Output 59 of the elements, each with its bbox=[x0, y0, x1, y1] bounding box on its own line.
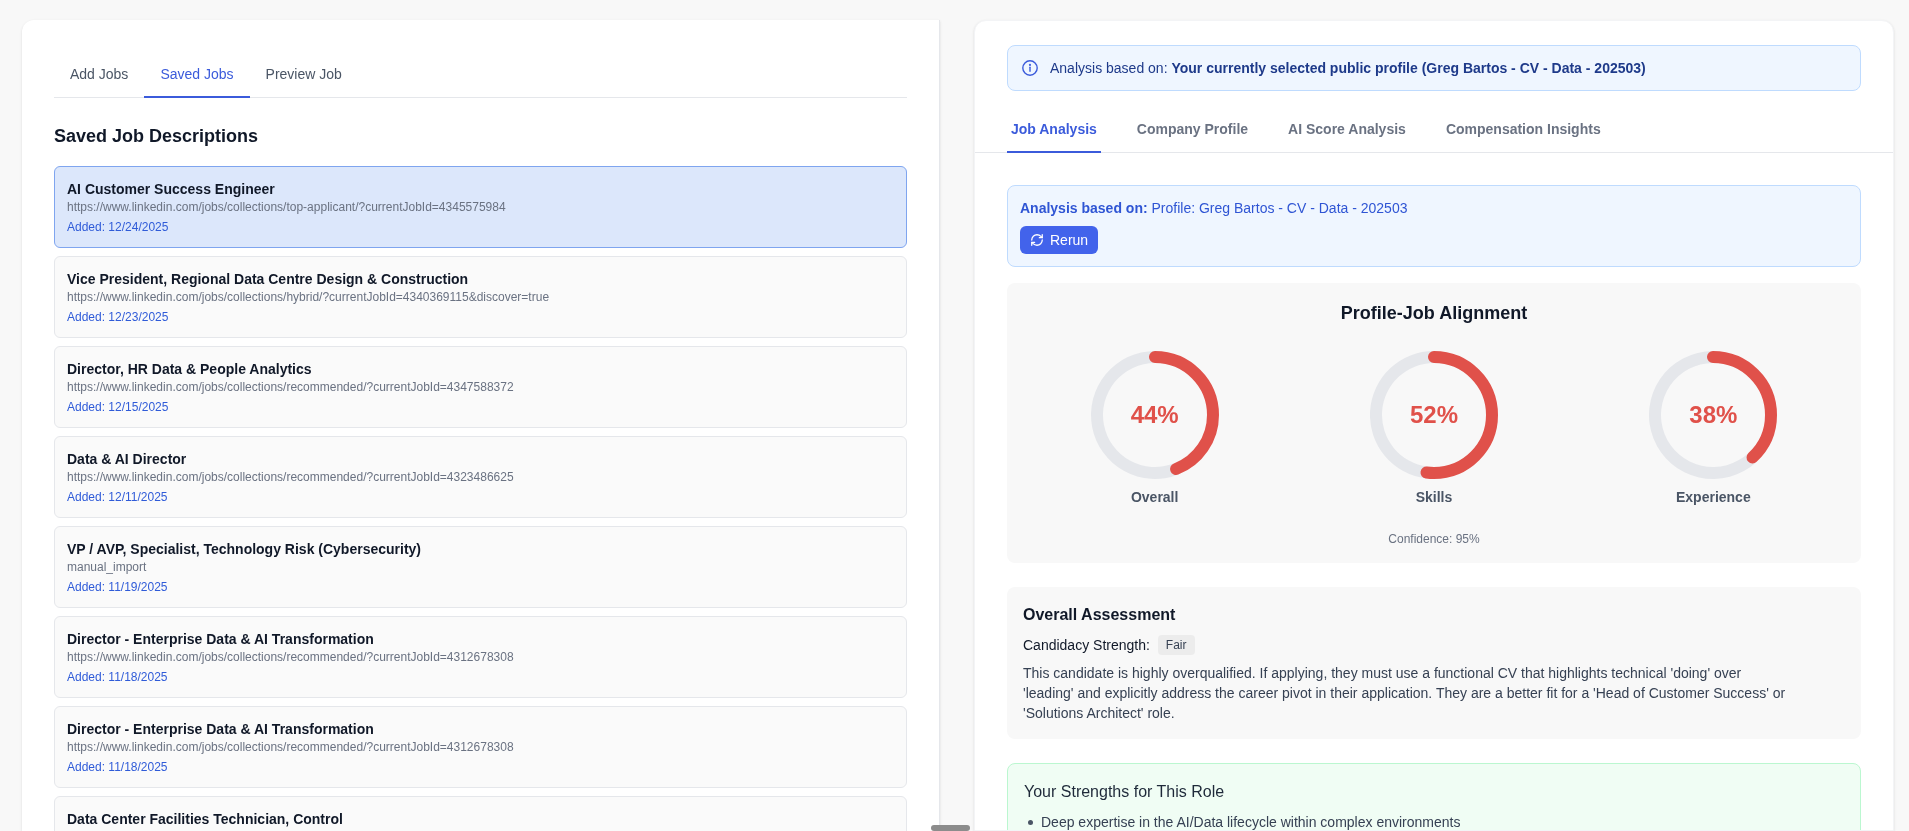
confidence-text: Confidence: 95% bbox=[1387, 531, 1481, 547]
job-card[interactable]: VP / AVP, Specialist, Technology Risk (Cybersecurity) manual_import Added: 11/19/2025 bbox=[54, 526, 907, 608]
resize-handle[interactable] bbox=[931, 825, 970, 831]
job-title: Data & AI Director bbox=[67, 450, 188, 469]
refresh-icon bbox=[1030, 233, 1044, 247]
job-source-url: https://www.linkedin.com/jobs/collections/hybrid/?currentJobId=4340369115&discover=true bbox=[67, 289, 551, 305]
tab[interactable]: Compensation Insights bbox=[1441, 107, 1605, 153]
job-title: Data Center Facilities Technician, Control bbox=[67, 810, 344, 829]
job-added-date: Added: 12/23/2025 bbox=[67, 309, 170, 325]
job-card[interactable]: Director - Enterprise Data & AI Transformation https://www.linkedin.com/jobs/collections/recommended/?currentJobId=4312678308 Added: 11/18/2025 bbox=[54, 616, 907, 698]
profile-notice-text: Analysis based on: Your currently selected public profile (Greg Bartos - CV - Data - 202503) bbox=[1050, 59, 1646, 78]
tab[interactable]: Job Analysis bbox=[1007, 107, 1101, 153]
gauge-label: Experience bbox=[1675, 488, 1751, 507]
job-card[interactable]: AI Customer Success Engineer https://www.linkedin.com/jobs/collections/top-applicant/?currentJobId=4345575984 Added: 12/24/2025 bbox=[54, 166, 907, 248]
bullet-icon bbox=[1028, 819, 1033, 825]
tab[interactable]: Add Jobs bbox=[54, 52, 145, 98]
job-added-date: Added: 12/15/2025 bbox=[67, 399, 170, 415]
assessment-title: Overall Assessment bbox=[1023, 605, 1177, 625]
assessment-summary: This candidate is highly overqualified. If applying, they must use a functional CV that highlights technical 'doing' over 'leading' and explicitly address the career pivot in their application. They are a better fit for a 'Head of Customer Success' or 'Solutions Architect' role. bbox=[1023, 664, 1787, 723]
gauge-percent: 44% bbox=[1130, 400, 1179, 430]
job-source-url: https://www.linkedin.com/jobs/collections/recommended/?currentJobId=4323486625 bbox=[67, 469, 515, 485]
job-added-date: Added: 11/19/2025 bbox=[67, 579, 169, 595]
job-title: AI Customer Success Engineer bbox=[67, 180, 276, 199]
gauge-label: Overall bbox=[1130, 488, 1179, 507]
job-card[interactable]: Director - Enterprise Data & AI Transformation https://www.linkedin.com/jobs/collections/recommended/?currentJobId=4312678308 Added: 11/18/2025 bbox=[54, 706, 907, 788]
job-added-date: Added: 11/18/2025 bbox=[67, 759, 169, 775]
gauge-percent: 38% bbox=[1689, 400, 1738, 430]
candidacy-strength-label: Candidacy Strength: bbox=[1023, 636, 1150, 655]
strength-item: Deep expertise in the AI/Data lifecycle within complex environments bbox=[1041, 813, 1461, 830]
job-card[interactable]: Director, HR Data & People Analytics https://www.linkedin.com/jobs/collections/recommended/?currentJobId=4347588372 Added: 12/15/2025 bbox=[54, 346, 907, 428]
job-card[interactable]: Data & AI Director https://www.linkedin.com/jobs/collections/recommended/?currentJobId=4323486625 Added: 12/11/2025 bbox=[54, 436, 907, 518]
saved-jobs-heading: Saved Job Descriptions bbox=[54, 125, 260, 148]
job-source-url: https://www.linkedin.com/jobs/collections/recommended/?currentJobId=4312678308 bbox=[67, 739, 515, 755]
tab[interactable]: Preview Job bbox=[249, 52, 358, 98]
job-title: VP / AVP, Specialist, Technology Risk (Cybersecurity) bbox=[67, 540, 422, 559]
tab[interactable]: Saved Jobs bbox=[144, 52, 250, 98]
job-title: Director - Enterprise Data & AI Transformation bbox=[67, 720, 375, 739]
job-title: Director - Enterprise Data & AI Transformation bbox=[67, 630, 375, 649]
gauge-percent: 52% bbox=[1409, 400, 1458, 430]
job-added-date: Added: 12/24/2025 bbox=[67, 219, 170, 235]
job-source-url: https://www.linkedin.com/jobs/collections/top-applicant/?currentJobId=4345575984 bbox=[67, 199, 507, 215]
job-source-url: https://www.linkedin.com/jobs/collections/recommended/?currentJobId=4312678308 bbox=[67, 649, 515, 665]
candidacy-strength-tag: Fair bbox=[1157, 635, 1195, 655]
job-added-date: Added: 12/11/2025 bbox=[67, 489, 169, 505]
job-title: Director, HR Data & People Analytics bbox=[67, 360, 313, 379]
job-source-url: https://www.linkedin.com/jobs/collections/recommended/?currentJobId=4347588372 bbox=[67, 379, 515, 395]
gauge-label: Skills bbox=[1415, 488, 1453, 507]
job-title: Vice President, Regional Data Centre Design & Construction bbox=[67, 270, 470, 289]
strengths-title: Your Strengths for This Role bbox=[1024, 782, 1226, 802]
tab[interactable]: Company Profile bbox=[1132, 107, 1253, 153]
rerun-button[interactable]: Rerun bbox=[1020, 226, 1099, 254]
analysis-source-text: Analysis based on: Profile: Greg Bartos - CV - Data - 202503 bbox=[1020, 199, 1409, 218]
info-icon bbox=[1022, 60, 1038, 76]
tab[interactable]: AI Score Analysis bbox=[1284, 107, 1410, 153]
job-source-url: manual_import bbox=[67, 559, 148, 575]
job-added-date: Added: 11/18/2025 bbox=[67, 669, 169, 685]
alignment-title: Profile-Job Alignment bbox=[1339, 302, 1529, 325]
job-card[interactable]: Data Center Facilities Technician, Control bbox=[54, 796, 907, 831]
job-card[interactable]: Vice President, Regional Data Centre Design & Construction https://www.linkedin.com/jobs/collections/hybrid/?currentJobId=4340369115&discover=true Added: 12/23/2025 bbox=[54, 256, 907, 338]
